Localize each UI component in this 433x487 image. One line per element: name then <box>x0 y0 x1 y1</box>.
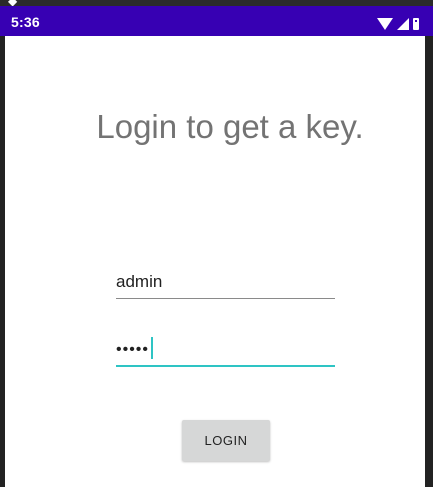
status-time: 5:36 <box>11 14 40 30</box>
battery-icon <box>413 18 419 30</box>
wifi-icon <box>377 18 393 30</box>
username-value: admin <box>116 272 163 291</box>
signal-icon <box>397 18 409 30</box>
username-field[interactable]: admin <box>116 267 335 299</box>
login-button[interactable]: LOGIN <box>182 420 270 461</box>
status-bar: 5:36 <box>0 6 433 36</box>
text-cursor <box>151 337 154 359</box>
page-title: Login to get a key. <box>96 108 364 145</box>
login-button-label: LOGIN <box>204 433 248 448</box>
password-field[interactable]: ••••• <box>116 335 335 367</box>
password-mask: ••••• <box>116 341 150 358</box>
login-screen: Login to get a key. admin ••••• LOGIN <box>5 36 425 487</box>
status-icons <box>377 16 419 30</box>
password-value: ••••• <box>116 337 154 359</box>
